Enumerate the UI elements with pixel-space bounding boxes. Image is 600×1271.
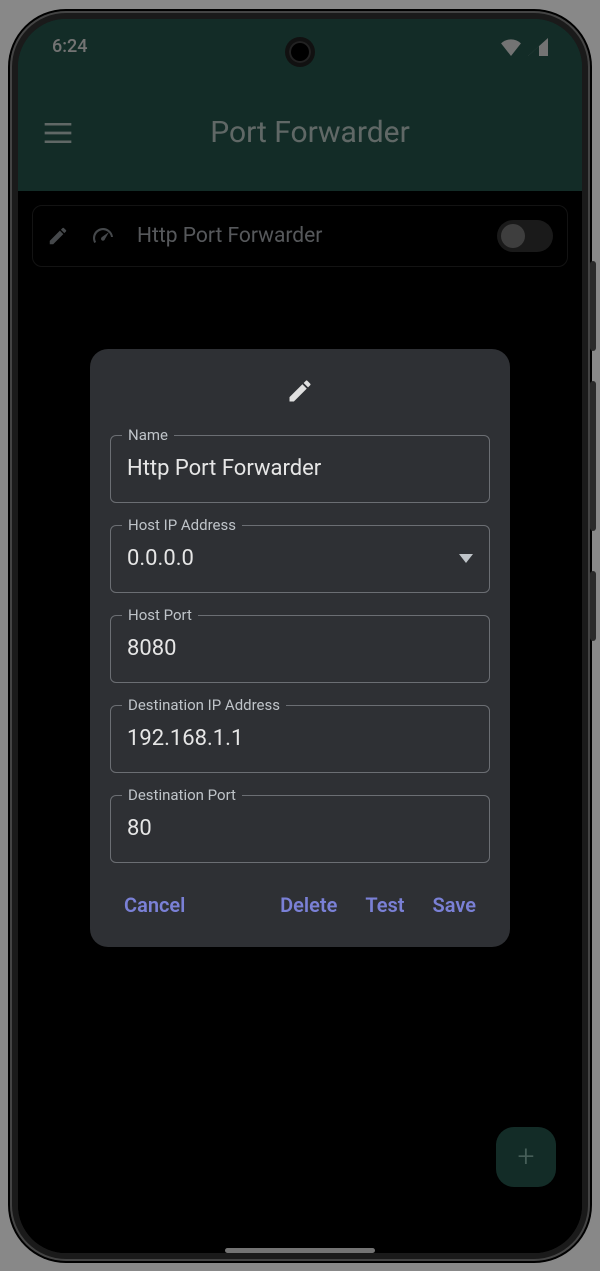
- dest-ip-label: Destination IP Address: [122, 696, 286, 714]
- side-button: [590, 571, 596, 641]
- dest-port-label: Destination Port: [122, 786, 242, 804]
- dest-port-input[interactable]: 80: [110, 795, 490, 863]
- plus-icon: +: [518, 1139, 535, 1174]
- pencil-icon: [286, 377, 314, 405]
- edit-icon[interactable]: [47, 225, 69, 247]
- menu-button[interactable]: [34, 109, 82, 157]
- phone-frame: 6:24 Port Forwarder: [10, 11, 590, 1261]
- dialog-actions: Cancel Delete Test Save: [110, 885, 490, 925]
- dest-ip-field[interactable]: Destination IP Address 192.168.1.1: [110, 705, 490, 773]
- add-rule-fab[interactable]: +: [496, 1127, 556, 1187]
- side-button: [590, 381, 596, 531]
- name-value: Http Port Forwarder: [127, 456, 321, 481]
- host-port-label: Host Port: [122, 606, 198, 624]
- host-port-value: 8080: [127, 636, 176, 661]
- rule-toggle[interactable]: [497, 220, 553, 252]
- host-ip-field[interactable]: Host IP Address 0.0.0.0: [110, 525, 490, 593]
- side-button: [590, 261, 596, 351]
- dialog-header-icon: [110, 377, 490, 405]
- wifi-icon: [500, 38, 522, 56]
- camera-hole: [289, 41, 311, 63]
- host-ip-select[interactable]: 0.0.0.0: [110, 525, 490, 593]
- test-button[interactable]: Test: [351, 885, 418, 925]
- dest-ip-input[interactable]: 192.168.1.1: [110, 705, 490, 773]
- dropdown-icon: [459, 554, 473, 564]
- screen: 6:24 Port Forwarder: [18, 19, 582, 1253]
- speed-icon[interactable]: [91, 224, 115, 248]
- save-button[interactable]: Save: [419, 885, 490, 925]
- name-field[interactable]: Name Http Port Forwarder: [110, 435, 490, 503]
- signal-icon: [528, 38, 548, 56]
- rule-row[interactable]: Http Port Forwarder: [32, 205, 568, 267]
- host-port-input[interactable]: 8080: [110, 615, 490, 683]
- cancel-button[interactable]: Cancel: [110, 885, 199, 925]
- edit-rule-dialog: Name Http Port Forwarder Host IP Address…: [90, 349, 510, 947]
- dest-ip-value: 192.168.1.1: [127, 726, 243, 751]
- hamburger-icon: [44, 123, 72, 143]
- dest-port-value: 80: [127, 816, 152, 841]
- status-time: 6:24: [52, 36, 87, 57]
- name-input[interactable]: Http Port Forwarder: [110, 435, 490, 503]
- rule-label: Http Port Forwarder: [137, 224, 475, 248]
- host-ip-label: Host IP Address: [122, 516, 242, 534]
- host-ip-value: 0.0.0.0: [127, 546, 194, 571]
- status-icons: [500, 38, 548, 56]
- app-bar: Port Forwarder: [18, 75, 582, 191]
- toggle-knob: [501, 224, 525, 248]
- name-label: Name: [122, 426, 174, 444]
- app-title: Port Forwarder: [102, 115, 518, 150]
- delete-button[interactable]: Delete: [266, 885, 351, 925]
- host-port-field[interactable]: Host Port 8080: [110, 615, 490, 683]
- nav-pill[interactable]: [225, 1248, 375, 1253]
- dest-port-field[interactable]: Destination Port 80: [110, 795, 490, 863]
